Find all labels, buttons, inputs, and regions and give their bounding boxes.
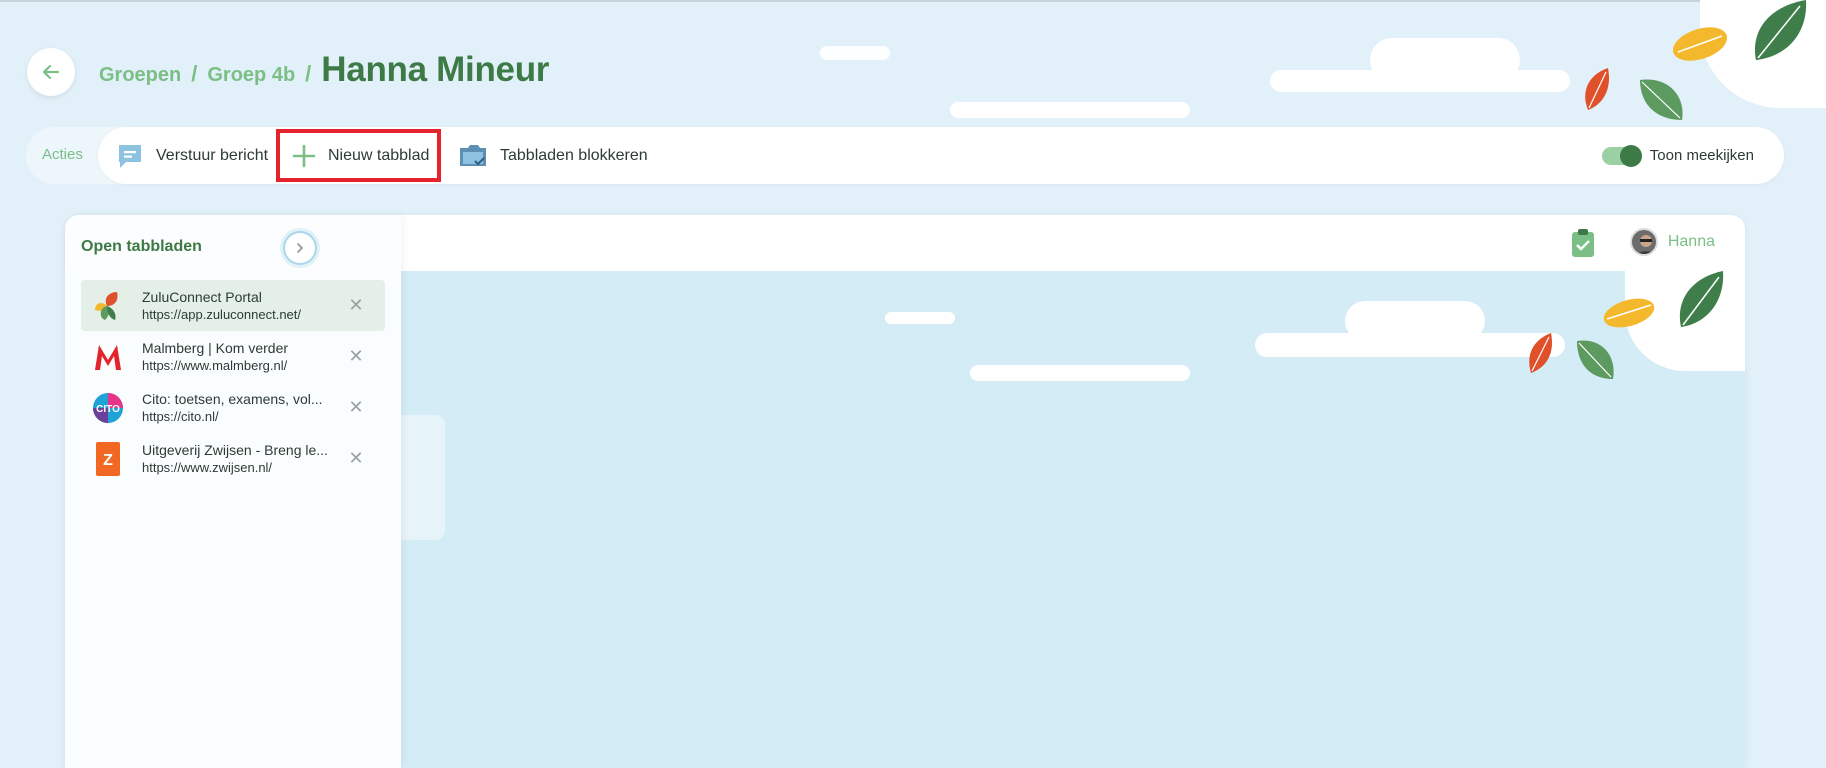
chevron-right-icon [297,243,304,253]
message-icon [119,144,141,168]
open-tabs-panel: Open tabbladen ZuluConnect Portal https:… [65,215,401,768]
cloud-decoration [950,102,1190,118]
breadcrumb-separator: / [305,61,312,86]
leaf-decoration [1672,27,1728,61]
user-chip[interactable]: Hanna [1629,228,1715,256]
tab-title: ZuluConnect Portal [142,288,262,305]
breadcrumb-groep-4b[interactable]: Groep 4b [207,64,295,87]
cloud-decoration [970,365,1190,381]
panel-title: Open tabbladen [81,238,202,255]
cloud-decoration [1370,38,1520,82]
tab-title: Malmberg | Kom verder [142,339,289,356]
breadcrumb-separator: / [191,61,198,86]
close-icon[interactable]: ✕ [347,295,365,315]
tab-item-malmberg[interactable]: Malmberg | Kom verder https://www.malmbe… [81,331,385,382]
actions-toolbar: Acties Verstuur bericht Nieuw tabblad Ta… [26,127,1784,184]
zuluconnect-leaf-icon [88,286,128,326]
block-tabs-label: Tabbladen blokkeren [500,146,648,164]
top-border [0,0,1826,2]
tab-url: https://cito.nl/ [142,408,219,424]
tab-url: https://app.zuluconnect.net/ [142,306,301,322]
tab-item-zwijsen[interactable]: Z Uitgeverij Zwijsen - Breng le... https… [81,433,385,484]
leaf-decoration [1640,79,1683,120]
malmberg-m-icon [88,337,128,377]
arrow-left-icon [42,64,60,80]
avatar [1629,228,1658,256]
zwijsen-z-icon: Z [88,439,128,479]
actions-bar: Verstuur bericht Nieuw tabblad Tabbladen… [98,127,1784,184]
collapse-panel-button[interactable] [283,231,317,265]
block-tabs-button[interactable]: Tabbladen blokkeren [458,127,648,184]
tab-item-cito[interactable]: CITO Cito: toetsen, examens, vol... http… [81,382,385,433]
actions-label: Acties [42,146,83,163]
leaf-decoration [1754,0,1807,60]
tab-url: https://www.malmberg.nl/ [142,357,288,373]
plus-icon [292,144,316,167]
leaf-decoration [1679,271,1724,327]
leaf-decoration [1577,340,1614,379]
open-tabs-list: ZuluConnect Portal https://app.zuluconne… [81,280,385,484]
svg-text:CITO: CITO [96,404,120,415]
new-tab-button[interactable]: Nieuw tabblad [276,129,442,182]
svg-text:Z: Z [103,452,113,469]
cloud-decoration [820,46,890,60]
leaf-decoration [1603,298,1655,328]
leaf-decoration [1529,333,1553,373]
back-button[interactable] [27,48,75,96]
tab-title: Uitgeverij Zwijsen - Breng le... [142,441,328,458]
cito-logo-icon: CITO [88,388,128,428]
close-icon[interactable]: ✕ [347,448,365,468]
close-icon[interactable]: ✕ [347,397,365,417]
toggle-switch[interactable] [1601,144,1642,167]
cloud-decoration [1345,301,1485,341]
tab-title: Cito: toetsen, examens, vol... [142,390,323,407]
clipboard-check-icon[interactable] [1571,228,1595,258]
toggle-knob [1619,144,1642,167]
toggle-label: Toon meekijken [1649,147,1754,164]
send-message-button[interactable]: Verstuur bericht [116,127,268,184]
tab-url: https://www.zwijsen.nl/ [142,459,273,475]
page-title: Hanna Mineur [321,50,550,89]
user-name: Hanna [1667,233,1715,250]
cloud-decoration [885,312,955,324]
leaf-decoration [1585,68,1610,110]
show-meekijken-toggle[interactable]: Toon meekijken [1601,127,1754,184]
send-message-label: Verstuur bericht [156,146,269,164]
breadcrumb: Groepen / Groep 4b / Hanna Mineur [99,50,549,90]
breadcrumb-groepen[interactable]: Groepen [99,64,181,87]
new-tab-label: Nieuw tabblad [328,146,430,164]
tabs-block-icon [460,144,486,166]
close-icon[interactable]: ✕ [347,346,365,366]
tab-item-zuluconnect[interactable]: ZuluConnect Portal https://app.zuluconne… [81,280,385,331]
